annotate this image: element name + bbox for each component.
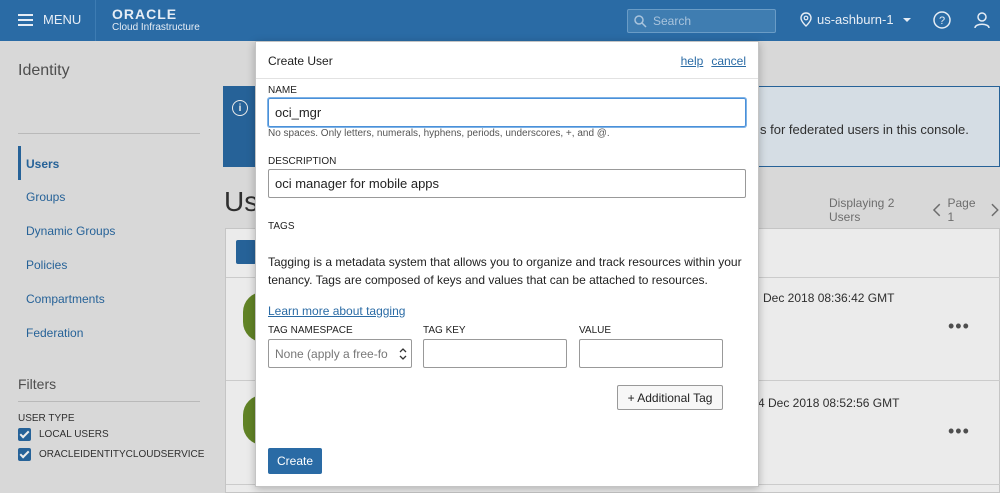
tag-namespace-select[interactable]: None (apply a free-fo [268, 339, 412, 368]
dialog-header-links: help cancel [681, 54, 746, 68]
help-link[interactable]: help [681, 54, 704, 68]
dialog-title: Create User [268, 54, 333, 68]
select-arrows-icon [399, 348, 407, 360]
tag-namespace-label: TAG NAMESPACE [268, 325, 353, 336]
oracle-logo[interactable]: ORACLE Cloud Infrastructure [112, 7, 200, 34]
search-placeholder: Search [653, 14, 692, 28]
description-field[interactable]: oci manager for mobile apps [268, 169, 746, 198]
svg-text:?: ? [939, 15, 945, 27]
tags-description: Tagging is a metadata system that allows… [268, 255, 742, 287]
brand-subtitle: Cloud Infrastructure [112, 22, 200, 33]
chevron-down-icon [902, 17, 911, 22]
user-profile-icon[interactable] [973, 11, 991, 29]
divider [256, 78, 758, 79]
name-field[interactable]: oci_mgr [268, 98, 746, 127]
region-selector[interactable]: us-ashburn-1 [800, 12, 919, 27]
top-navigation-bar: MENU ORACLE Cloud Infrastructure Search … [0, 0, 1000, 41]
create-button[interactable]: Create [268, 448, 322, 474]
search-icon [634, 14, 647, 28]
name-label: NAME [268, 85, 297, 96]
brand-name: ORACLE [112, 6, 178, 22]
additional-tag-button[interactable]: + Additional Tag [617, 385, 723, 410]
tag-key-label: TAG KEY [423, 325, 466, 336]
menu-button[interactable]: MENU [18, 12, 81, 27]
tag-namespace-placeholder: None (apply a free-fo [275, 346, 388, 361]
cancel-link[interactable]: cancel [711, 54, 746, 68]
value-label: VALUE [579, 325, 612, 336]
region-label: us-ashburn-1 [817, 12, 894, 27]
hamburger-icon [18, 14, 33, 26]
menu-label: MENU [43, 12, 82, 27]
location-pin-icon [800, 12, 812, 27]
tag-value-input[interactable] [579, 339, 723, 368]
name-hint: No spaces. Only letters, numerals, hyphe… [268, 128, 610, 139]
divider [95, 0, 96, 41]
tags-label: TAGS [268, 221, 295, 232]
description-label: DESCRIPTION [268, 156, 337, 167]
tag-key-input[interactable] [423, 339, 567, 368]
search-input[interactable]: Search [627, 9, 776, 33]
learn-more-link[interactable]: Learn more about tagging [268, 304, 405, 318]
create-user-dialog: Create User help cancel NAME oci_mgr No … [255, 41, 759, 487]
help-icon[interactable]: ? [933, 11, 951, 29]
